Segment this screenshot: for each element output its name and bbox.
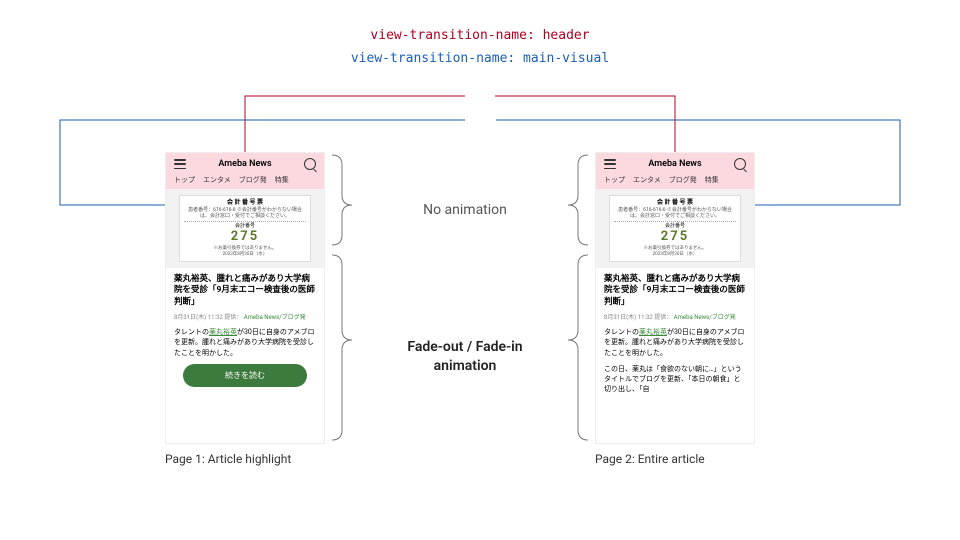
main-visual: 会 計 番 号 票 患者番号：616-616-6 ※会計番号がわからない場合は、… [166,189,324,268]
article-meta: 8月31日(木) 11:32 提供： Ameba News/ブログ発 [604,312,746,321]
view-transition-name-header-label: view-transition-name: header [0,24,960,47]
tab-item[interactable]: 特集 [705,175,719,185]
search-icon[interactable] [734,158,746,170]
no-animation-label: No animation [356,202,574,218]
page1-screenshot: Ameba News トップ エンタメ ブログ発 特集 会 計 番 号 票 患者… [165,152,325,444]
category-tabs[interactable]: トップ エンタメ ブログ発 特集 [174,175,316,185]
article-more: この日、薬丸は「食欲のない朝に…」というタイトルでブログを更新、「本日の朝食」と… [604,364,746,394]
read-more-button[interactable]: 続きを読む [183,364,308,387]
phone-header: Ameba News トップ エンタメ ブログ発 特集 [596,153,754,189]
ticket-graphic: 会 計 番 号 票 患者番号：616-616-6 ※会計番号がわからない場合は、… [609,195,740,262]
view-transition-name-visual-label: view-transition-name: main-visual [0,47,960,70]
article-title: 薬丸裕英、腫れと痛みがあり大学病院を受診「9月末エコー検査後の医師判断」 [174,274,316,308]
phone-header: Ameba News トップ エンタメ ブログ発 特集 [166,153,324,189]
article-excerpt: タレントの薬丸裕英が30日に自身のアメブロを更新。腫れと痛みがあり大学病院を受診… [174,327,316,357]
tab-item[interactable]: エンタメ [203,175,231,185]
hamburger-icon[interactable] [174,159,186,169]
category-tabs[interactable]: トップ エンタメ ブログ発 特集 [604,175,746,185]
hamburger-icon[interactable] [604,159,616,169]
brand-label: Ameba News [648,159,701,169]
page2-caption: Page 2: Entire article [595,452,705,466]
tab-item[interactable]: ブログ発 [239,175,267,185]
tab-item[interactable]: トップ [604,175,625,185]
article-title: 薬丸裕英、腫れと痛みがあり大学病院を受診「9月末エコー検査後の医師判断」 [604,274,746,308]
ticket-graphic: 会 計 番 号 票 患者番号：616-616-6 ※会計番号がわからない場合は、… [179,195,310,262]
page1-caption: Page 1: Article highlight [165,452,291,466]
fade-animation-label: Fade-out / Fade-inanimation [356,338,574,376]
tab-item[interactable]: エンタメ [633,175,661,185]
page2-screenshot: Ameba News トップ エンタメ ブログ発 特集 会 計 番 号 票 患者… [595,152,755,444]
tab-item[interactable]: ブログ発 [669,175,697,185]
brand-label: Ameba News [218,159,271,169]
search-icon[interactable] [304,158,316,170]
tab-item[interactable]: 特集 [275,175,289,185]
article-meta: 8月31日(木) 11:32 提供： Ameba News/ブログ発 [174,312,316,321]
main-visual: 会 計 番 号 票 患者番号：616-616-6 ※会計番号がわからない場合は、… [596,189,754,268]
tab-item[interactable]: トップ [174,175,195,185]
article-excerpt: タレントの薬丸裕英が30日に自身のアメブロを更新。腫れと痛みがあり大学病院を受診… [604,327,746,357]
